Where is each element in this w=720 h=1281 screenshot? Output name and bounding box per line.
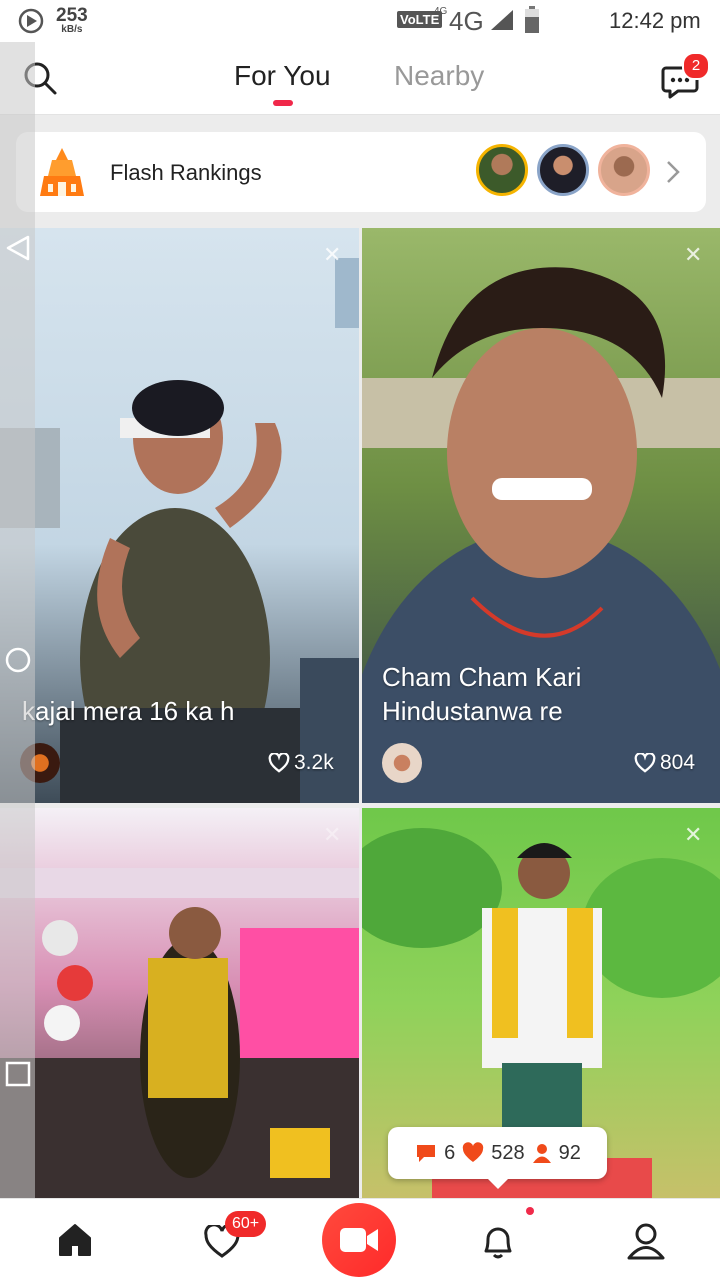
home-circle-icon[interactable]: [4, 646, 32, 674]
tab-nearby[interactable]: Nearby: [394, 60, 484, 92]
video-card[interactable]: ✕: [0, 808, 359, 1200]
network-sup-label: 4G: [434, 6, 448, 17]
record-video-button[interactable]: [322, 1203, 396, 1277]
like-count: 3.2k: [268, 751, 334, 775]
battery-icon: [525, 6, 539, 33]
video-caption: kajal mera 16 ka h: [22, 696, 235, 726]
notification-dot: [526, 1207, 534, 1215]
video-thumbnail: [0, 868, 359, 1200]
author-avatar[interactable]: [382, 743, 422, 783]
heart-outline-icon: [268, 753, 290, 773]
speed-unit: kB/s: [61, 24, 83, 35]
dismiss-icon[interactable]: ✕: [323, 822, 341, 848]
signal-icon: [491, 10, 513, 30]
video-card[interactable]: ✕ kajal mera 16 ka h 3.2k: [0, 228, 359, 803]
video-card[interactable]: ✕ Cham Cham Kari Hindustanwa re 804: [362, 228, 720, 803]
tab-for-you[interactable]: For You: [234, 60, 331, 92]
ranking-avatar[interactable]: [476, 144, 528, 196]
top-nav: For You Nearby 2: [0, 42, 720, 115]
like-count: 804: [634, 751, 695, 775]
likes-badge: 60+: [225, 1211, 267, 1237]
network-type-label: 4G: [449, 6, 484, 36]
bottom-nav: 60+: [0, 1198, 720, 1281]
ranking-avatar[interactable]: [537, 144, 589, 196]
status-bar: 253 kB/s VoLTE 4G 4G 12:42 pm: [0, 0, 720, 42]
home-icon[interactable]: [56, 1221, 94, 1259]
messages-badge: 2: [682, 52, 710, 80]
person-icon: [532, 1144, 551, 1163]
clock: 12:42 pm: [609, 8, 701, 33]
heart-icon: [463, 1142, 484, 1162]
comment-count: 6: [444, 1141, 456, 1164]
flash-rankings-title: Flash Rankings: [110, 160, 262, 185]
speed-value: 253: [56, 5, 88, 26]
temple-icon: [40, 148, 84, 196]
app-logo-icon: [18, 8, 44, 34]
video-camera-icon: [340, 1228, 378, 1252]
back-triangle-icon[interactable]: [4, 234, 32, 262]
ranking-avatar[interactable]: [598, 144, 650, 196]
flash-rankings-bar[interactable]: Flash Rankings: [16, 132, 706, 212]
active-tab-indicator: [273, 100, 293, 106]
popup-pointer: [488, 1179, 508, 1189]
network-speed: 253 kB/s: [56, 6, 88, 35]
video-caption: Cham Cham Kari Hindustanwa re: [382, 662, 582, 726]
dismiss-icon[interactable]: ✕: [684, 822, 702, 848]
recents-square-icon[interactable]: [4, 1060, 32, 1088]
like-count-value: 804: [660, 751, 696, 774]
comment-icon: [417, 1145, 436, 1162]
likes-count: 528: [491, 1141, 525, 1164]
followers-count: 92: [558, 1141, 581, 1164]
bell-icon[interactable]: [480, 1221, 516, 1261]
dismiss-icon[interactable]: ✕: [684, 242, 702, 268]
chevron-right-icon[interactable]: [666, 160, 680, 184]
like-count-value: 3.2k: [294, 751, 334, 774]
heart-outline-icon: [634, 753, 656, 773]
video-stats-popup: 6 528 92: [388, 1127, 607, 1189]
profile-icon[interactable]: [626, 1221, 666, 1261]
dismiss-icon[interactable]: ✕: [323, 242, 341, 268]
